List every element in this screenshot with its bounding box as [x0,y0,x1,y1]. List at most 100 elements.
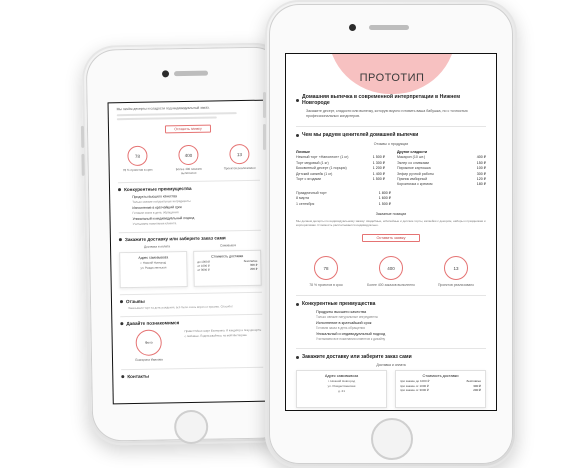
intro-text: Закажите десерт, сладости или выпечку, к… [306,109,468,118]
review-text: Заказывали торт на день рождения, всё бы… [128,304,233,311]
stat-item: 400 Более 400 заказов выполнено [365,256,417,287]
stat-label: Более 400 заказов выполнено [367,283,415,288]
delivery-tabs: Доставка и оплата Самовывоз [119,243,261,250]
price-row: Корзиночка с кремом 180 ₽ [397,182,486,187]
meet-text: Привет! Меня зовут Екатерина. Я кондитер… [184,327,262,339]
price-column-right: Другие сладости Макарон (10 шт.) 400 ₽ Эк… [397,150,486,188]
cost-card: Стоимость доставки при заказе до 1000 ₽ б… [395,370,486,409]
order-button[interactable]: Оставить заявку [362,234,420,243]
stat-label: Проектов реализовано [437,283,475,288]
divider [121,366,264,371]
section-title-text: Контакты [127,373,150,380]
stat-item: 78 78 % проектов в срок [117,145,158,177]
stat-item: 13 Проектов реализовано [219,143,260,175]
price-name: 1 сентября [296,201,315,206]
delivery-cards: Адрес самовывоза г. Нижний Новгород ул. … [296,370,486,409]
cost-value: 200 ₽ [473,388,481,393]
front-phone: ПРОТОТИП Домашняя выпечка в современной … [263,0,517,468]
pickup-card: Адрес самовывоза г. Нижний Новгород ул. … [296,370,387,409]
adv-text: Учитываем все пожелания клиентов к дизай… [316,337,386,342]
divider [296,126,486,127]
text-line [116,116,217,121]
divider [117,179,260,184]
order-button[interactable]: Оставить заявку [164,124,212,134]
bullet-icon [296,98,299,102]
front-camera [161,70,170,78]
bullet-icon [119,300,124,304]
adv-text: Готовим заказ в день обращения [316,326,366,331]
price-value: 180 ₽ [476,182,486,187]
section-title: Закажите доставку или заберите заказ сам… [296,354,486,360]
section-title-text: Закажите доставку или заберите заказ сам… [302,354,412,361]
photo-placeholder: Фото [135,329,162,356]
volume-button [263,92,266,118]
section-title-text: Закажите доставку или заберите заказ сам… [124,235,226,243]
section-title-text: Конкурентные преимущества [302,301,376,308]
stat-circle: 400 [178,144,199,166]
stat-circle: 78 [127,145,148,167]
delivery-label: Доставка и оплата [376,363,406,368]
cost-label: от 3000 ₽ [197,267,210,272]
divider [120,313,263,318]
price-value: 1 500 ₽ [372,177,385,182]
cost-label: при заказе от 3000 ₽ [400,388,429,393]
pickup-tab[interactable]: Самовывоз [220,243,236,248]
text-line [116,112,237,117]
divider [118,229,261,234]
volume-button [81,153,85,176]
bullet-icon [296,355,299,359]
price-row: Торт с ягодами 1 500 ₽ [296,177,385,182]
volume-button [263,124,266,150]
section-title: Контакты [121,372,263,379]
divider [296,295,486,297]
bullet-icon [296,133,299,137]
stat-item: 78 78 % проектов в срок [300,256,352,287]
divider [119,291,262,296]
back-screen: Мы печём десерты и сладости под индивиду… [108,100,272,404]
prototype-label: ПРОТОТИП [359,72,425,84]
cost-value: 200 ₽ [250,266,258,271]
section-title-text: Чем мы радуем ценителей домашней выпечки [302,132,419,138]
stat-circle: 400 [379,256,403,281]
section-title: Давайте познакомимся [120,319,262,326]
delivery-cards: Адрес самовывоза г. Нижний Новгород ул. … [119,249,262,289]
cost-row: от 3000 ₽ 200 ₽ [197,267,257,272]
price-value: 1 500 ₽ [378,201,391,206]
prototype-badge: ПРОТОТИП [328,54,456,94]
meet-name: Екатерина Иванова [135,357,163,362]
price-table: Личные Нежный торт «Наполеон» (1 кг) 1 50… [296,150,486,188]
advantages-list: Продукты высшего качества Только свежие … [316,310,486,342]
pickup-card: Адрес самовывоза г. Нижний Новгород ул. … [119,251,188,289]
price-name: Корзиночка с кремом [397,182,433,187]
home-button[interactable] [371,418,413,460]
stats-row: 78 78 % проектов в срок 400 Более 400 за… [296,256,486,287]
volume-button [80,125,85,148]
meet-block: Фото Екатерина Иванова Привет! Меня зову… [120,328,263,363]
sub-text: Мы делаем десерты по индивидуальному зак… [296,219,486,228]
sub-header: Заказные позиции [375,212,407,217]
stats-row: 78 78 % проектов в срок 400 Более 400 за… [117,143,260,177]
stat-circle: 13 [229,143,250,165]
front-screen: ПРОТОТИП Домашняя выпечка в современной … [286,54,496,410]
stat-label: 78 % проектов в срок [122,167,153,173]
section-title: Конкурентные преимущества [296,301,486,307]
bullet-icon [118,188,122,192]
price-column-left: Личные Нежный торт «Наполеон» (1 кг) 1 50… [296,150,385,188]
adv-text: Учитываем пожелания клиента [132,221,177,226]
speaker-grille [173,70,209,77]
headline-text: Домашняя выпечка в современной интерпрет… [302,94,461,106]
price-column-left-2: Праздничный торт 1 800 ₽ 8 марта 1 600 ₽ 1… [296,191,391,207]
divider [296,348,486,350]
section-title: Закажите доставку или заберите заказ сам… [118,235,261,243]
bullet-icon [118,238,122,242]
section-title: Конкурентные преимущества [118,185,260,192]
price-name: Торт с ягодами [296,177,321,182]
stat-label: Проектов реализовано [223,165,256,171]
section-title: Чем мы радуем ценителей домашней выпечки [296,132,486,138]
front-camera [349,24,356,31]
price-row: 1 сентября 1 500 ₽ [296,202,391,207]
section-title: Отзывы [119,297,262,304]
pickup-line: ул. Рождественская [140,265,167,270]
delivery-tab[interactable]: Доставка и оплата [144,244,170,249]
stat-item: 400 Более 400 заказов выполнено [168,144,209,176]
